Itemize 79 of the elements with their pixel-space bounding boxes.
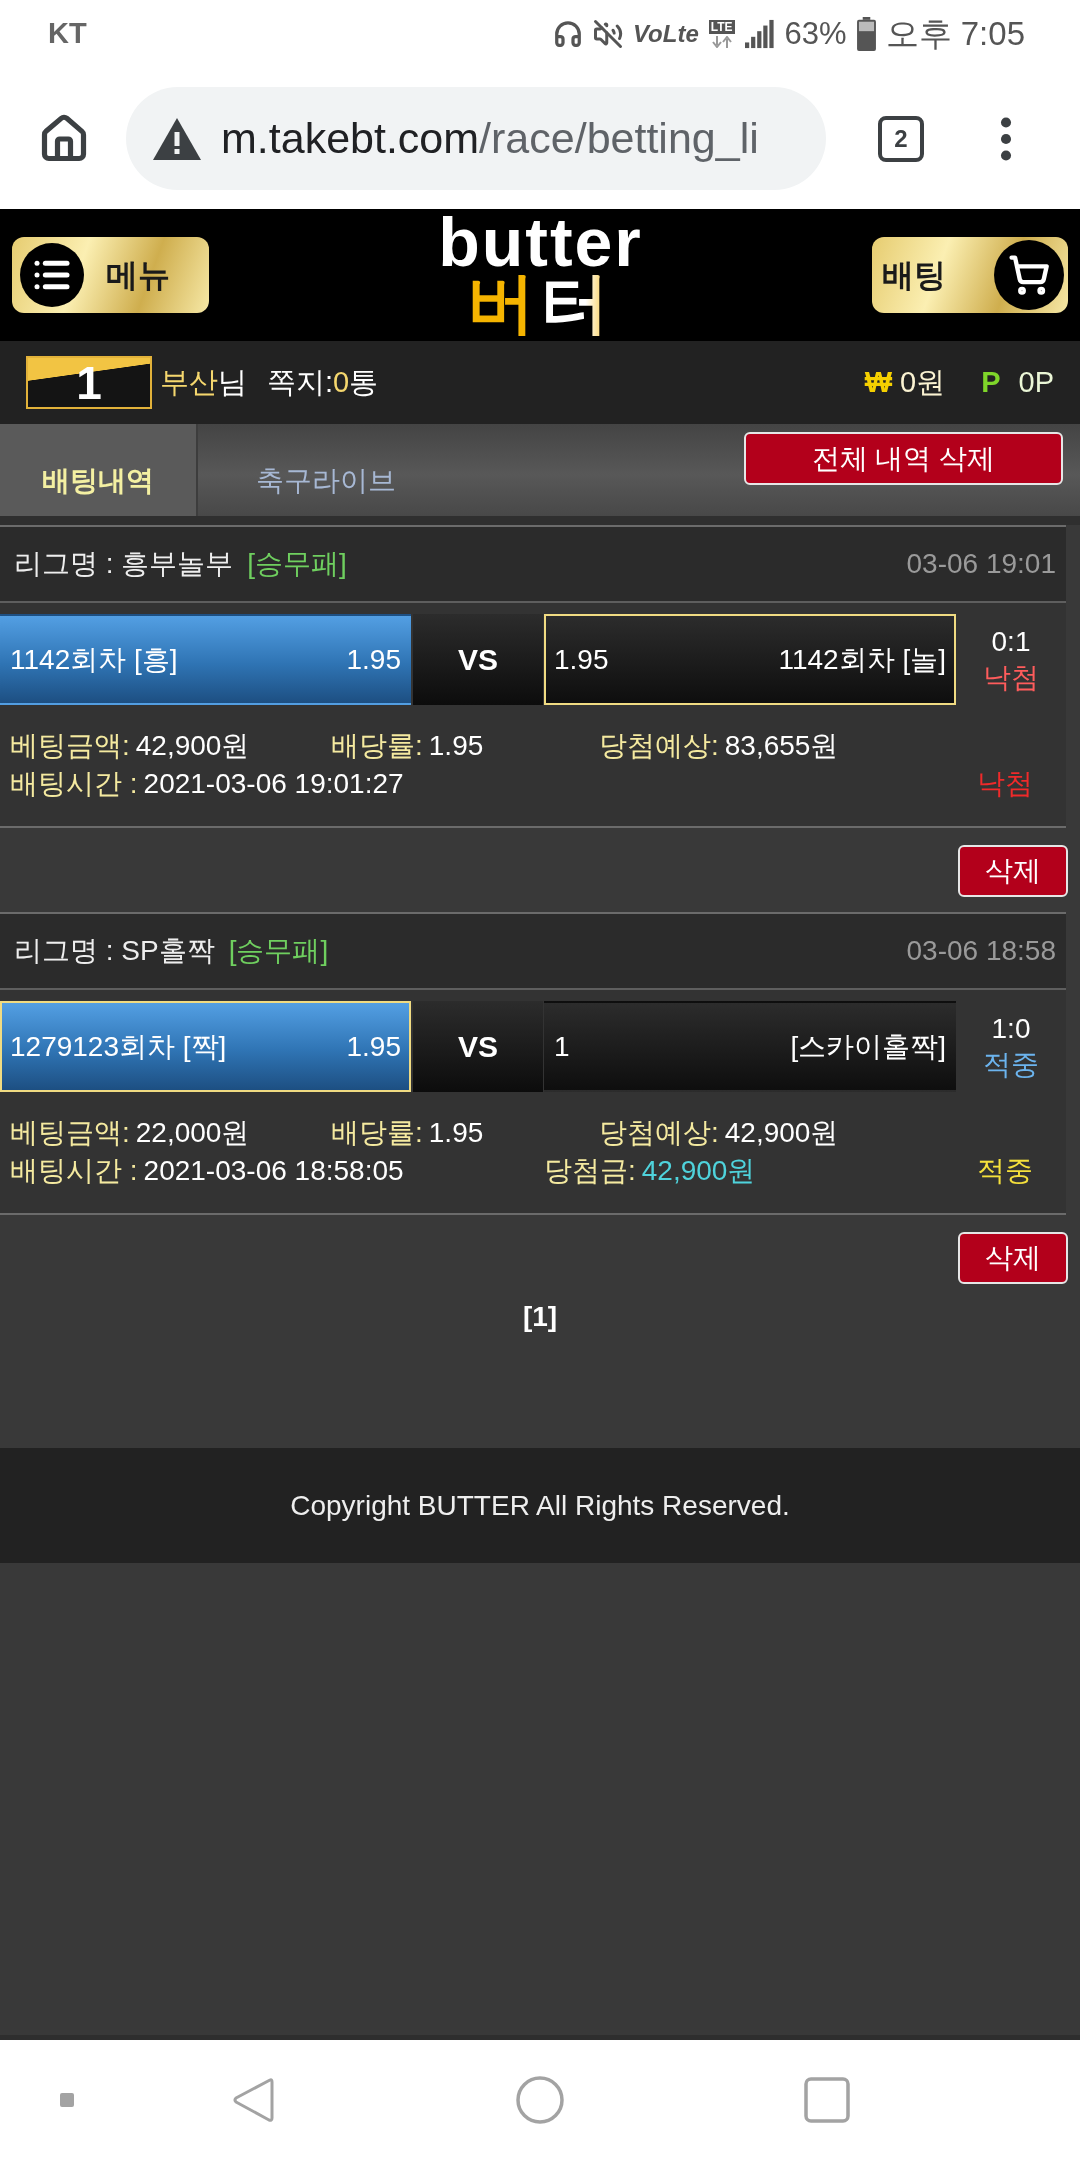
- volte-indicator: VoLte: [633, 22, 699, 46]
- tab[interactable]: 배팅내역: [0, 424, 198, 516]
- odds-value: 1.95: [554, 642, 609, 677]
- tab[interactable]: 축구라이브: [198, 424, 454, 516]
- honorific-text: 님: [218, 364, 247, 400]
- result-status: 적중: [983, 1047, 1039, 1082]
- field-label: 배팅시간 :: [10, 1154, 138, 1188]
- url-text: m.takebt.com/race/betting_li: [221, 113, 759, 165]
- battery-percent: 63%: [784, 14, 847, 53]
- currency-symbol: ₩: [864, 364, 893, 400]
- mute-icon: [593, 19, 623, 49]
- field-value: 42,900원: [641, 1154, 756, 1188]
- points-balance: 0P: [1018, 364, 1054, 400]
- signal-icon: [744, 19, 775, 49]
- user-name: 부산: [160, 364, 218, 400]
- field-label: 베팅금액:: [10, 729, 130, 763]
- match-time: 03-06 19:01: [906, 547, 1056, 581]
- odds-value: 1.95: [346, 1029, 401, 1064]
- option-name: [스카이홀짝]: [790, 1029, 946, 1064]
- field-label: 당첨예상:: [599, 1116, 719, 1150]
- field-value: 1.95: [428, 729, 484, 763]
- points-symbol: P: [981, 364, 1001, 400]
- cart-icon: [994, 240, 1064, 310]
- result-status: 낙첨: [983, 660, 1039, 695]
- address-bar[interactable]: m.takebt.com/race/betting_li: [126, 87, 826, 190]
- field-value: 83,655원: [724, 729, 839, 763]
- field-label: 배당률:: [331, 1116, 423, 1150]
- bet-slip-button[interactable]: 배팅: [872, 237, 1068, 313]
- more-options-icon[interactable]: [1000, 116, 1012, 161]
- page-link[interactable]: [1]: [522, 1299, 558, 1335]
- logo-text: butter: [438, 214, 643, 270]
- option-name: 1279123회차 [짝]: [10, 1029, 227, 1064]
- match-time: 03-06 18:58: [906, 934, 1056, 968]
- league-name: 리그명 : 흥부놀부: [14, 547, 234, 581]
- tabs-button[interactable]: 2: [878, 115, 924, 162]
- message-count: 0: [333, 364, 350, 400]
- field-label: 당첨금:: [544, 1154, 636, 1188]
- cash-balance: 0원: [900, 364, 946, 400]
- copyright-text: Copyright BUTTER All Rights Reserved.: [290, 1488, 790, 1523]
- market-tag: [승무패]: [228, 930, 329, 972]
- odds-value: 1: [554, 1029, 570, 1064]
- versus-cell: VS: [413, 614, 543, 705]
- recents-icon[interactable]: [804, 2077, 850, 2123]
- score-text: 1:0: [991, 1011, 1031, 1046]
- bet-result: 적중: [977, 1154, 1033, 1188]
- delete-button[interactable]: 삭제: [958, 845, 1068, 897]
- field-value: 42,900원: [724, 1116, 839, 1150]
- field-label: 배당률:: [331, 729, 423, 763]
- field-value: 2021-03-06 18:58:05: [143, 1154, 404, 1188]
- field-value: 42,900원: [135, 729, 250, 763]
- league-name: 리그명 : SP홀짝: [14, 934, 215, 968]
- rank-badge: 1: [26, 356, 152, 409]
- back-icon[interactable]: [232, 2077, 274, 2123]
- messages-unit: 통: [349, 364, 379, 400]
- delete-button[interactable]: 삭제: [958, 1232, 1068, 1284]
- headphones-icon: [553, 19, 583, 49]
- field-value: 1.95: [428, 1116, 484, 1150]
- lte-badge: LTE: [708, 20, 735, 34]
- versus-cell: VS: [413, 1001, 543, 1092]
- menu-button[interactable]: 메뉴: [12, 237, 209, 313]
- small-square-icon: [60, 2093, 74, 2107]
- field-label: 당첨예상:: [599, 729, 719, 763]
- field-label: 배팅시간 :: [10, 767, 138, 801]
- bet-result: 낙첨: [977, 767, 1033, 801]
- data-arrows-icon: [711, 36, 732, 48]
- market-tag: [승무패]: [247, 543, 347, 585]
- messages-label: 쪽지:: [267, 364, 334, 400]
- odds-value: 1.95: [346, 642, 401, 677]
- field-value: 22,000원: [135, 1116, 250, 1150]
- warning-icon: [153, 117, 201, 160]
- battery-icon: [856, 17, 876, 51]
- option-name: 1142회차 [놀]: [778, 642, 946, 677]
- field-label: 베팅금액:: [10, 1116, 130, 1150]
- carrier-name: KT: [48, 16, 87, 52]
- clock: 오후 7:05: [885, 14, 1025, 55]
- option-name: 1142회차 [흥]: [10, 642, 178, 677]
- field-value: 2021-03-06 19:01:27: [143, 767, 404, 801]
- delete-all-button[interactable]: 전체 내역 삭제: [744, 432, 1063, 485]
- score-text: 0:1: [991, 624, 1031, 659]
